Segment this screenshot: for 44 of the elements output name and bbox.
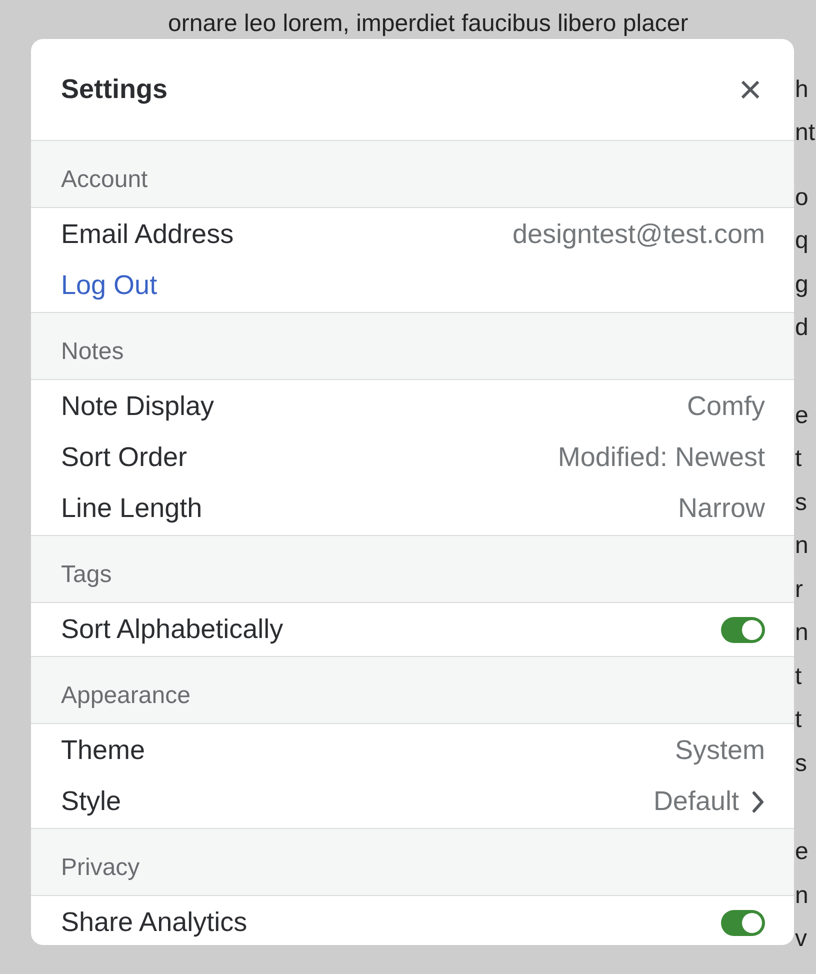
background-text-line: s	[795, 488, 807, 516]
background-text-line: e	[795, 402, 808, 428]
setting-value: Modified: Newest	[558, 441, 765, 474]
section-header: Notes	[31, 313, 794, 380]
background-text-line: nt	[795, 119, 816, 146]
setting-label: Sort Alphabetically	[61, 613, 284, 646]
setting-label: Note Display	[61, 390, 214, 424]
setting-label: Style	[61, 785, 122, 818]
setting-value[interactable]: Default	[653, 781, 739, 822]
background-text-line: q	[795, 227, 808, 254]
toggle-switch[interactable]	[721, 616, 765, 642]
background-text-line: t	[795, 445, 802, 472]
background-text-line: h	[795, 76, 808, 102]
setting-label: Theme	[61, 734, 146, 768]
background-text-line: ornare leo lorem, imperdiet faucibus libero placer	[168, 10, 688, 37]
background-text-line: s	[795, 750, 807, 776]
chevron-right-icon	[751, 790, 765, 812]
background-text-line: n	[795, 619, 808, 646]
background-text-line: v	[795, 925, 807, 952]
background-text-line: n	[795, 882, 808, 908]
background-text-line: d	[795, 314, 808, 341]
background-text-line: t	[795, 706, 802, 733]
background-text-line: t	[795, 662, 802, 690]
background-text-line: r	[795, 576, 803, 602]
log-out-link[interactable]: Log Out	[61, 265, 158, 306]
setting-value: Comfy	[686, 390, 765, 424]
close-button[interactable]: ×	[734, 70, 766, 110]
setting-label: Sort Order	[61, 441, 188, 474]
setting-label: Share Analytics	[61, 906, 248, 940]
setting-label: Line Length	[61, 492, 202, 526]
toggle-switch[interactable]	[721, 910, 765, 936]
section-header: Appearance	[31, 657, 794, 724]
setting-value: designtest@test.com	[512, 218, 765, 252]
section-header: Tags	[31, 536, 794, 603]
background-text-line: g	[795, 270, 808, 298]
setting-value: Narrow	[678, 492, 765, 526]
background-text-line: e	[795, 838, 808, 865]
background-text-line: o	[795, 184, 808, 210]
section-header: Account	[31, 141, 794, 208]
dialog-title: Settings	[61, 73, 168, 106]
section-header: Privacy	[31, 829, 794, 896]
setting-label: Email Address	[61, 218, 234, 252]
background-text-line: n	[795, 532, 808, 559]
setting-value: System	[674, 734, 765, 768]
